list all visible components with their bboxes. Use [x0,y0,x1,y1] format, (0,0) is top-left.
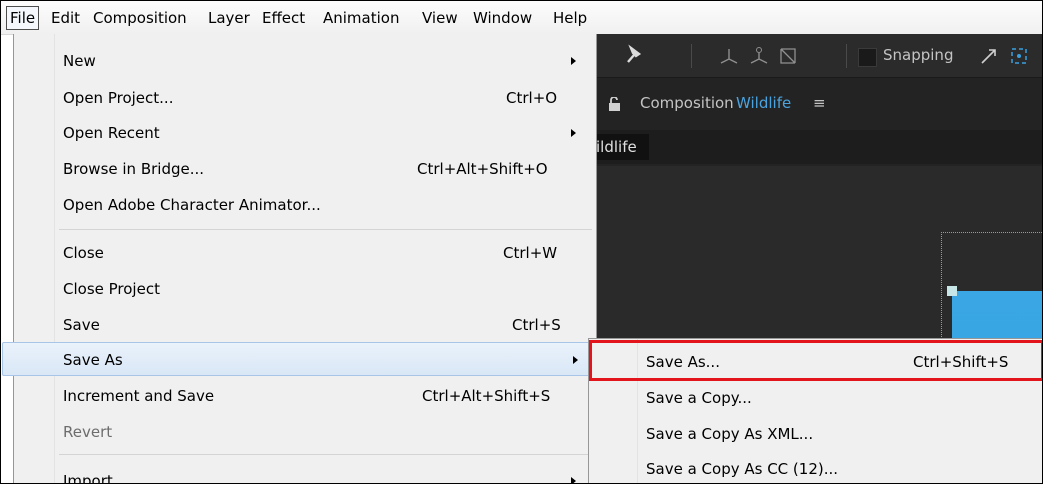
menu-item-shortcut: Ctrl+S [512,316,561,334]
menu-item-label: Save a Copy As CC (12)... [646,460,839,478]
menu-item-label: Save a Copy... [646,389,752,407]
menu-animation[interactable]: Animation [323,7,399,29]
menu-item-shortcut: Ctrl+Alt+Shift+O [417,160,548,178]
axis-view-icon[interactable] [778,46,798,70]
screenshot-frame: File Edit Composition Layer Effect Anima… [0,0,1043,484]
menu-help[interactable]: Help [553,7,587,29]
lock-icon[interactable] [608,96,621,116]
menu-item-label: Increment and Save [63,387,215,405]
panel-title: Composition [640,94,734,112]
menu-item-shortcut: Ctrl+O [506,89,558,107]
snap-target-icon[interactable] [1009,46,1029,70]
menu-item-close[interactable]: Close Ctrl+W [14,236,596,270]
menu-item-label: Open Adobe Character Animator... [63,196,321,214]
menu-view[interactable]: View [422,7,458,29]
snapping-label: Snapping [883,46,954,64]
menu-item-revert: Revert [14,415,596,449]
axis-local-icon[interactable] [719,47,739,69]
menu-item-label: New [63,52,96,70]
menu-item-label: Import [63,472,113,484]
menu-item-label: Browse in Bridge... [63,160,205,178]
menu-item-new[interactable]: New [14,44,596,78]
pin-icon[interactable] [624,44,644,70]
menu-item-label: Revert [63,423,113,441]
menu-item-save-a-copy[interactable]: Save a Copy... [589,381,1042,415]
menu-item-save-copy-xml[interactable]: Save a Copy As XML... [589,417,1042,451]
submenu-arrow-icon [573,356,578,364]
menu-bar: File Edit Composition Layer Effect Anima… [1,1,1042,35]
menu-item-open-project[interactable]: Open Project... Ctrl+O [14,81,596,115]
menu-item-shortcut: Ctrl+Alt+Shift+S [422,387,551,405]
submenu-arrow-icon [571,57,576,65]
composition-panel-header: Composition Wildlife ≡ [596,78,1042,130]
highlight-box [589,340,1042,381]
menu-item-close-project[interactable]: Close Project [14,272,596,306]
menu-item-increment-and-save[interactable]: Increment and Save Ctrl+Alt+Shift+S [14,379,596,413]
file-menu: New Open Project... Ctrl+O Open Recent B… [2,34,597,484]
menu-item-save-copy-cc[interactable]: Save a Copy As CC (12)... [589,452,1042,483]
menu-item-import[interactable]: Import [14,464,596,484]
menu-effect[interactable]: Effect [262,7,305,29]
menu-item-label: Save a Copy As XML... [646,425,814,443]
snap-arrow-icon[interactable] [979,46,999,70]
menu-item-label: Open Project... [63,89,174,107]
menu-item-label: Close [63,244,104,262]
menu-file[interactable]: File [6,6,40,30]
menu-window[interactable]: Window [473,7,532,29]
tools-toolbar: Snapping [596,34,1042,78]
menu-item-browse-in-bridge[interactable]: Browse in Bridge... Ctrl+Alt+Shift+O [14,152,596,186]
menu-edit[interactable]: Edit [51,7,80,29]
axis-world-icon[interactable] [748,46,770,70]
menu-item-save-as[interactable]: Save As [2,342,596,376]
snapping-checkbox[interactable] [858,48,877,67]
menu-separator [59,454,592,455]
menu-item-label: Save [63,316,100,334]
menu-separator [59,229,592,230]
menu-item-save[interactable]: Save Ctrl+S [14,308,596,342]
menu-item-label: Open Recent [63,124,160,142]
composition-name[interactable]: Wildlife [736,94,791,112]
menu-composition[interactable]: Composition [93,7,187,29]
menu-layer[interactable]: Layer [208,7,250,29]
menu-item-open-recent[interactable]: Open Recent [14,116,596,150]
menu-item-label: Close Project [63,280,160,298]
menu-item-open-character-animator[interactable]: Open Adobe Character Animator... [14,188,596,222]
composition-tab[interactable]: ildlife [596,134,649,160]
layer-handle[interactable] [947,286,957,296]
menu-item-shortcut: Ctrl+W [503,244,558,262]
submenu-arrow-icon [571,129,576,137]
panel-menu-icon[interactable]: ≡ [813,94,826,112]
submenu-arrow-icon [571,477,576,483]
composition-tab-row [596,130,1042,164]
menu-item-label: Save As [63,351,123,369]
